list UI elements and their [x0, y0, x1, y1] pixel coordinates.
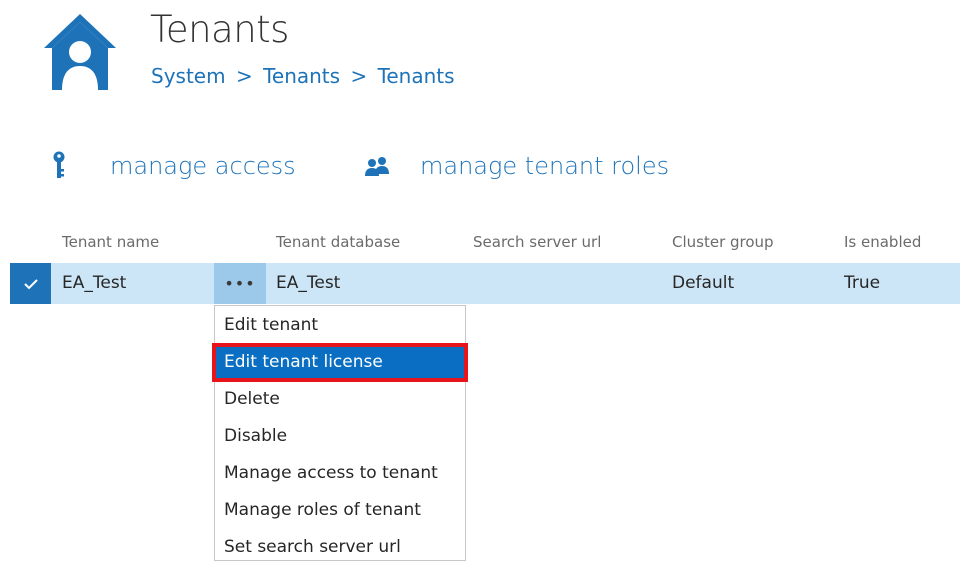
- key-icon: [52, 151, 66, 181]
- column-header-search-server-url[interactable]: Search server url: [473, 233, 601, 251]
- column-header-is-enabled[interactable]: Is enabled: [844, 233, 921, 251]
- manage-tenant-roles-button[interactable]: manage tenant roles: [364, 148, 669, 184]
- menu-item-delete[interactable]: Delete: [215, 381, 465, 418]
- manage-access-label: manage access: [110, 152, 296, 180]
- column-header-tenant-database[interactable]: Tenant database: [276, 233, 400, 251]
- breadcrumb: System > Tenants > Tenants: [151, 64, 455, 88]
- manage-tenant-roles-label: manage tenant roles: [420, 152, 670, 180]
- cell-is-enabled: True: [844, 273, 881, 293]
- menu-item-edit-tenant[interactable]: Edit tenant: [215, 307, 465, 344]
- row-actions-button[interactable]: •••: [214, 263, 266, 304]
- breadcrumb-separator: >: [235, 64, 253, 88]
- menu-item-manage-access-to-tenant[interactable]: Manage access to tenant: [215, 455, 465, 492]
- breadcrumb-item-tenants-current: Tenants: [377, 64, 455, 88]
- tenants-house-icon: [42, 12, 118, 92]
- table-row[interactable]: [10, 263, 960, 304]
- page-title: Tenants: [150, 8, 289, 51]
- breadcrumb-item-system[interactable]: System: [151, 64, 226, 88]
- row-context-menu: Edit tenant Edit tenant license Delete D…: [212, 305, 468, 561]
- breadcrumb-item-tenants[interactable]: Tenants: [263, 64, 340, 88]
- menu-item-set-search-server-url[interactable]: Set search server url: [215, 529, 465, 566]
- menu-item-edit-tenant-license[interactable]: Edit tenant license: [212, 343, 468, 382]
- cell-tenant-name: EA_Test: [62, 273, 127, 293]
- breadcrumb-separator: >: [350, 64, 368, 88]
- column-header-tenant-name[interactable]: Tenant name: [62, 233, 159, 251]
- menu-item-manage-roles-of-tenant[interactable]: Manage roles of tenant: [215, 492, 465, 529]
- checkmark-icon: [23, 278, 39, 290]
- column-header-cluster-group[interactable]: Cluster group: [672, 233, 774, 251]
- row-checkbox[interactable]: [10, 263, 51, 304]
- manage-access-button[interactable]: manage access: [52, 148, 296, 184]
- menu-item-disable[interactable]: Disable: [215, 418, 465, 455]
- cell-tenant-database: EA_Test: [276, 273, 341, 293]
- users-icon: [364, 156, 390, 176]
- cell-cluster-group: Default: [672, 273, 735, 293]
